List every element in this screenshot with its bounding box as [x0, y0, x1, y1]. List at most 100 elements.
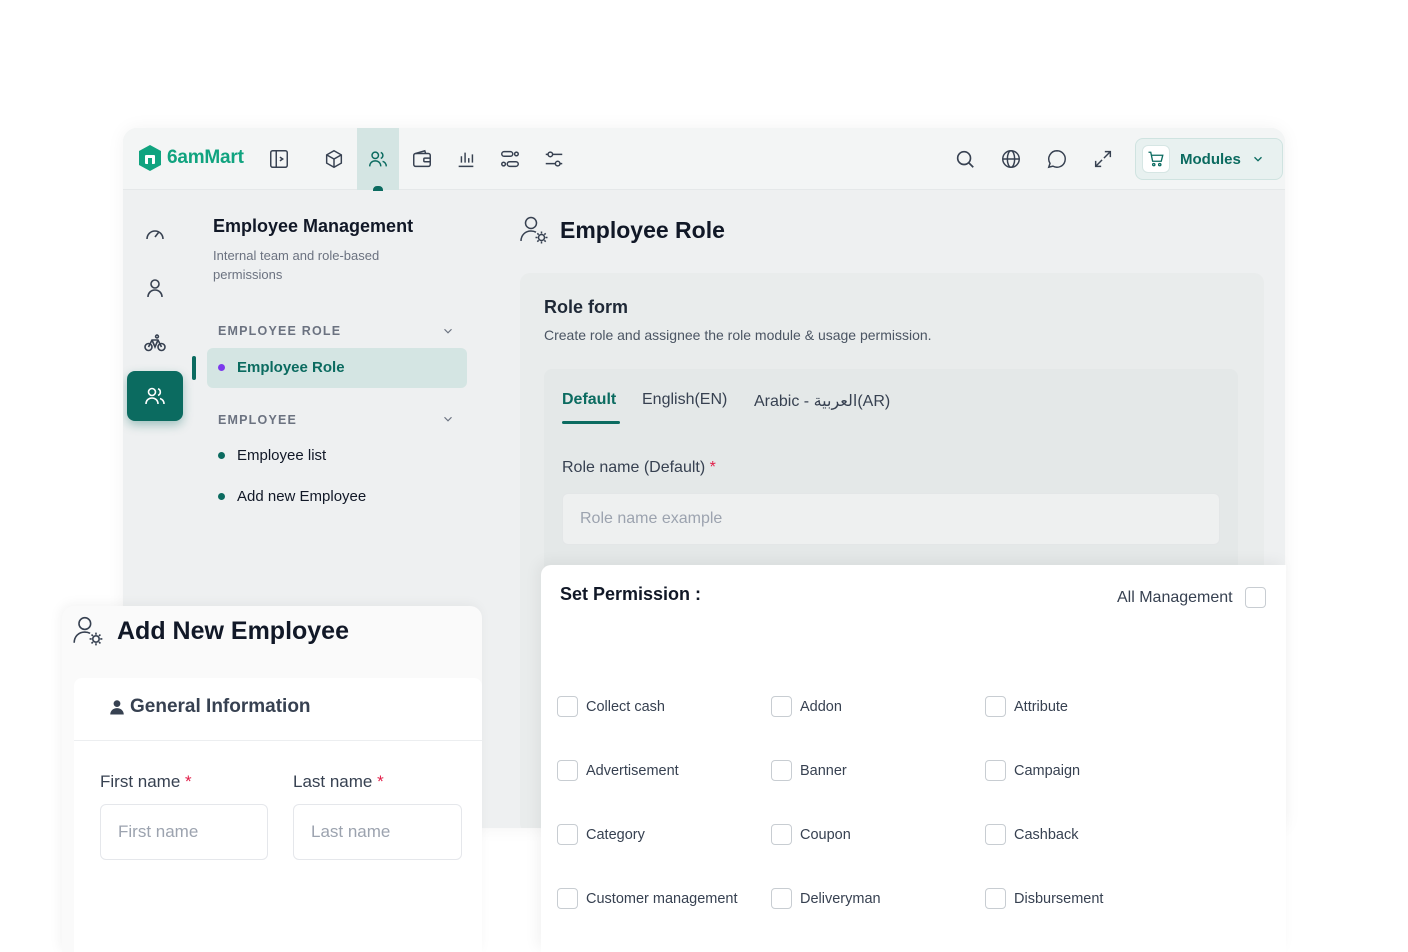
- search-icon[interactable]: [954, 148, 976, 170]
- first-name-input[interactable]: First name: [100, 804, 268, 860]
- permission-item[interactable]: Deliveryman: [771, 888, 881, 909]
- bullet-icon: [218, 452, 225, 459]
- add-employee-title: Add New Employee: [117, 616, 349, 645]
- role-name-placeholder: Role name example: [580, 510, 723, 527]
- last-name-label-text: Last name: [293, 772, 373, 791]
- all-management-label: All Management: [1117, 588, 1233, 606]
- tab-default[interactable]: Default: [562, 391, 616, 409]
- general-information-card: General Information First name * Last na…: [74, 678, 482, 952]
- sidebar-item-label: Add new Employee: [237, 488, 367, 505]
- role-name-label: Role name (Default) *: [562, 459, 716, 477]
- sidebar-title: Employee Management: [213, 216, 414, 236]
- permission-label: Customer management: [586, 890, 738, 907]
- checkbox[interactable]: [985, 760, 1006, 781]
- permission-item[interactable]: Addon: [771, 696, 842, 717]
- last-name-input[interactable]: Last name: [293, 804, 462, 860]
- workflow-icon[interactable]: [499, 148, 521, 170]
- dashboard-gauge-icon[interactable]: [143, 222, 167, 246]
- sidebar-item-employee-list[interactable]: Employee list: [218, 447, 326, 464]
- section-employee[interactable]: EMPLOYEE: [218, 413, 297, 427]
- permission-label: Disbursement: [1014, 890, 1104, 907]
- sidebar-toggle-icon[interactable]: [268, 148, 290, 170]
- sidebar-item-label: Employee list: [237, 447, 327, 464]
- active-nav-indicator: [373, 186, 383, 191]
- permission-item[interactable]: Campaign: [985, 760, 1080, 781]
- chat-icon[interactable]: [1046, 148, 1068, 170]
- checkbox[interactable]: [771, 824, 792, 845]
- add-new-employee-panel: Add New Employee General Information Fir…: [62, 606, 482, 952]
- user-icon[interactable]: [143, 276, 167, 300]
- first-name-label: First name *: [100, 772, 192, 792]
- permission-item[interactable]: Disbursement: [985, 888, 1103, 909]
- role-name-input[interactable]: Role name example: [562, 493, 1220, 545]
- page-header: Employee Role: [518, 214, 725, 246]
- sidebar-item-add-employee[interactable]: Add new Employee: [218, 488, 366, 505]
- sidebar-item-employee-role[interactable]: Employee Role: [218, 359, 345, 376]
- bicycle-icon[interactable]: [143, 331, 167, 355]
- checkbox[interactable]: [557, 888, 578, 909]
- general-information-label: General Information: [130, 696, 311, 717]
- chevron-down-icon: [1253, 156, 1262, 162]
- checkbox[interactable]: [557, 760, 578, 781]
- active-menu-bar: [192, 356, 196, 380]
- role-form-subtitle: Create role and assignee the role module…: [544, 327, 932, 343]
- chevron-down-icon[interactable]: [441, 412, 455, 426]
- checkbox[interactable]: [557, 824, 578, 845]
- package-icon[interactable]: [323, 148, 345, 170]
- add-employee-header: Add New Employee: [71, 614, 349, 648]
- permission-label: Category: [586, 826, 645, 843]
- checkbox[interactable]: [771, 696, 792, 717]
- checkbox[interactable]: [985, 888, 1006, 909]
- section-employee-role[interactable]: EMPLOYEE ROLE: [218, 324, 341, 338]
- role-form-title: Role form: [544, 297, 629, 317]
- permission-item[interactable]: Coupon: [771, 824, 851, 845]
- permission-item[interactable]: Advertisement: [557, 760, 679, 781]
- logo[interactable]: 6amMart: [137, 144, 244, 172]
- modules-dropdown[interactable]: Modules: [1135, 138, 1283, 180]
- checkbox[interactable]: [771, 760, 792, 781]
- globe-icon[interactable]: [1000, 148, 1022, 170]
- permission-label: Coupon: [800, 826, 851, 843]
- last-name-placeholder: Last name: [311, 822, 391, 841]
- logo-text: 6amMart: [167, 147, 244, 168]
- tab-arabic[interactable]: Arabic - العربية(AR): [754, 391, 890, 411]
- checkbox[interactable]: [985, 696, 1006, 717]
- divider: [74, 740, 482, 741]
- sidebar-item-label: Employee Role: [237, 359, 345, 376]
- required-mark: *: [709, 459, 716, 476]
- employees-rail-button[interactable]: [127, 371, 183, 421]
- checkbox[interactable]: [771, 888, 792, 909]
- set-permission-panel: Set Permission : All Management Collect …: [541, 565, 1286, 952]
- permission-label: Deliveryman: [800, 890, 881, 907]
- user-icon: [110, 700, 124, 715]
- store-logo-icon: [139, 145, 161, 171]
- permission-label: Advertisement: [586, 762, 679, 779]
- settings-sliders-icon[interactable]: [543, 148, 565, 170]
- permission-item[interactable]: Attribute: [985, 696, 1068, 717]
- tab-english[interactable]: English(EN): [642, 391, 727, 409]
- active-tab-underline: [562, 421, 620, 424]
- top-bar: 6amMart Modules: [123, 128, 1285, 191]
- checkbox[interactable]: [985, 824, 1006, 845]
- checkbox[interactable]: [557, 696, 578, 717]
- permission-item[interactable]: Banner: [771, 760, 847, 781]
- permission-item[interactable]: Collect cash: [557, 696, 665, 717]
- user-settings-icon: [73, 616, 103, 646]
- bullet-icon: [218, 364, 225, 371]
- users-icon[interactable]: [367, 148, 389, 170]
- permission-item[interactable]: Cashback: [985, 824, 1078, 845]
- role-name-label-text: Role name (Default): [562, 459, 706, 476]
- permission-item[interactable]: Category: [557, 824, 645, 845]
- all-management-toggle[interactable]: All Management: [1117, 587, 1266, 608]
- modules-label: Modules: [1180, 150, 1241, 168]
- bar-chart-icon[interactable]: [455, 148, 477, 170]
- permission-label: Collect cash: [586, 698, 665, 715]
- chevron-down-icon[interactable]: [441, 324, 455, 338]
- permission-label: Banner: [800, 762, 847, 779]
- fullscreen-icon[interactable]: [1092, 148, 1114, 170]
- wallet-icon[interactable]: [411, 148, 433, 170]
- first-name-placeholder: First name: [118, 822, 199, 841]
- all-management-checkbox[interactable]: [1244, 587, 1266, 608]
- permission-item[interactable]: Customer management: [557, 888, 738, 909]
- permission-label: Campaign: [1014, 762, 1081, 779]
